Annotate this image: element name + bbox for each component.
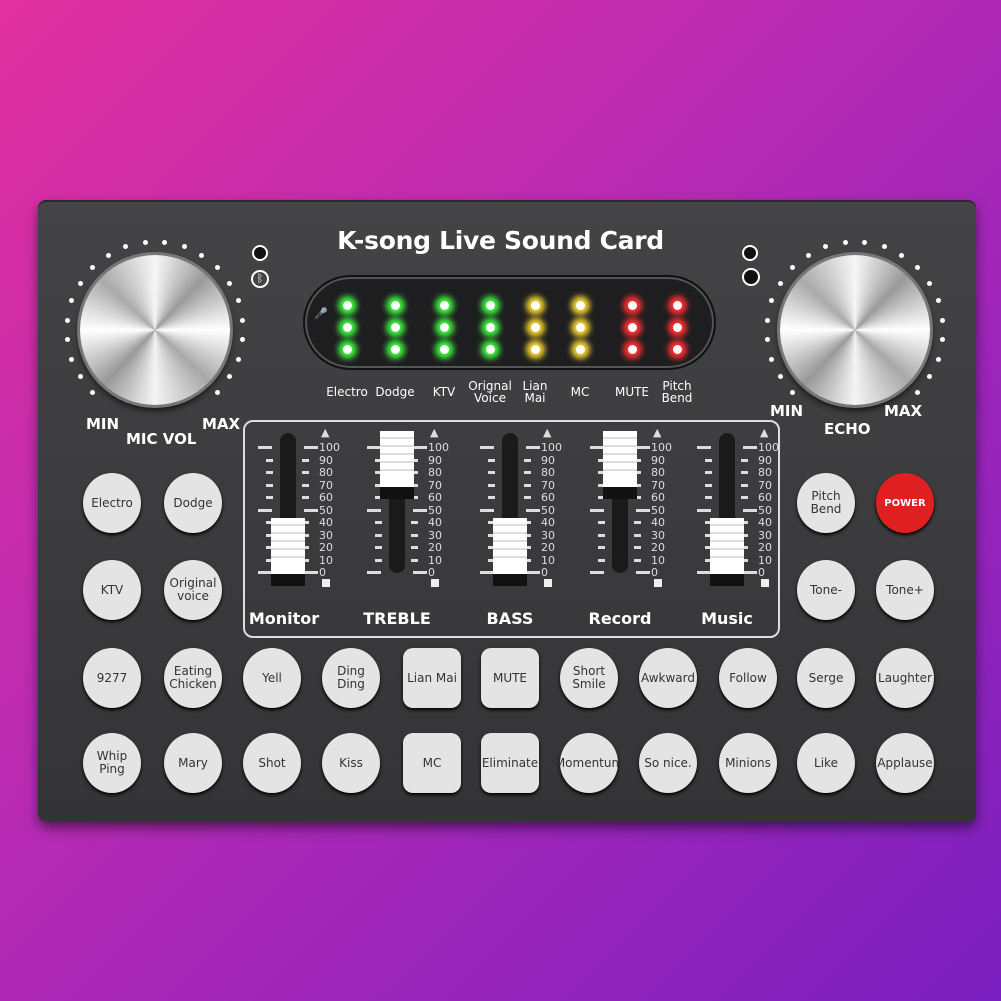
short-smile-button[interactable]: Short Smile xyxy=(560,648,618,708)
knob-scale-dot xyxy=(65,317,71,323)
echo-knob[interactable] xyxy=(780,255,930,405)
mic-vol-max-label: MAX xyxy=(202,415,241,433)
microphone-jack-icon xyxy=(742,268,760,286)
echo-max-label: MAX xyxy=(884,402,923,420)
lian-mai-button[interactable]: Lian Mai xyxy=(403,648,461,708)
led-indicator xyxy=(575,300,585,310)
led-indicator xyxy=(390,322,400,332)
knob-scale-dot xyxy=(142,240,148,246)
echo-min-label: MIN xyxy=(770,402,804,420)
microphone-icon: 🎤 xyxy=(314,307,328,320)
knob-scale-dot xyxy=(935,356,941,362)
led-label: Dodge xyxy=(375,385,415,399)
knob-scale-dot xyxy=(227,280,232,286)
fader-panel xyxy=(243,420,780,638)
knob-scale-dot xyxy=(790,389,796,395)
like-button[interactable]: Like xyxy=(797,733,855,793)
led-indicator xyxy=(530,344,540,354)
knob-scale-dot xyxy=(90,389,96,395)
led-indicator xyxy=(530,300,540,310)
whip-ping-button[interactable]: Whip Ping xyxy=(83,733,141,793)
bluetooth-icon: ᛒ xyxy=(251,270,269,288)
knob-scale-dot xyxy=(927,280,932,286)
led-indicator xyxy=(627,300,637,310)
led-indicator xyxy=(530,322,540,332)
knob-scale-dot xyxy=(214,265,220,271)
knob-scale-dot xyxy=(914,389,920,395)
mic-volume-knob[interactable] xyxy=(80,255,230,405)
led-label: KTV xyxy=(432,385,456,399)
led-indicator xyxy=(439,300,449,310)
headphone-jack-icon xyxy=(252,245,268,261)
laughter-button[interactable]: Laughter xyxy=(876,648,934,708)
tone-button[interactable]: Tone+ xyxy=(876,560,934,620)
power-button[interactable]: POWER xyxy=(876,473,934,533)
led-panel xyxy=(303,275,716,370)
led-indicator xyxy=(627,322,637,332)
shot-button[interactable]: Shot xyxy=(243,733,301,793)
led-indicator xyxy=(342,322,352,332)
led-label: Electro xyxy=(326,385,368,399)
knob-scale-dot xyxy=(235,356,241,362)
9277-button[interactable]: 9277 xyxy=(83,648,141,708)
led-indicator xyxy=(485,322,495,332)
mic-vol-label: MIC VOL xyxy=(126,430,197,448)
knob-scale-dot xyxy=(777,280,783,286)
so-nice-button[interactable]: So nice. xyxy=(639,733,697,793)
knob-scale-dot xyxy=(214,389,220,395)
led-indicator xyxy=(342,300,352,310)
applause-button[interactable]: Applause xyxy=(876,733,934,793)
knob-scale-dot xyxy=(914,265,920,271)
follow-button[interactable]: Follow xyxy=(719,648,777,708)
mc-button[interactable]: MC xyxy=(403,733,461,793)
led-indicator xyxy=(342,344,352,354)
led-indicator xyxy=(390,300,400,310)
pitch-bend-button[interactable]: Pitch Bend xyxy=(797,473,855,533)
awkward-button[interactable]: Awkward xyxy=(639,648,697,708)
knob-scale-dot xyxy=(239,317,245,323)
knob-scale-dot xyxy=(105,252,111,258)
led-indicator xyxy=(575,344,585,354)
mute-button[interactable]: MUTE xyxy=(481,648,539,708)
led-label: MUTE xyxy=(614,385,650,399)
led-indicator xyxy=(485,344,495,354)
mary-button[interactable]: Mary xyxy=(164,733,222,793)
echo-label: ECHO xyxy=(824,420,871,438)
eating-chicken-button[interactable]: Eating Chicken xyxy=(164,648,222,708)
led-indicator xyxy=(672,344,682,354)
kiss-button[interactable]: Kiss xyxy=(322,733,380,793)
minions-button[interactable]: Minions xyxy=(719,733,777,793)
led-indicator xyxy=(575,322,585,332)
serge-button[interactable]: Serge xyxy=(797,648,855,708)
dodge-button[interactable]: Dodge xyxy=(164,473,222,533)
led-label: MC xyxy=(570,385,590,399)
led-label: Pitch Bend xyxy=(661,379,693,405)
eliminate-button[interactable]: Eliminate xyxy=(481,733,539,793)
tone-button[interactable]: Tone- xyxy=(797,560,855,620)
led-label: Orignal Voice xyxy=(468,379,512,405)
headphone-jack-icon xyxy=(742,245,758,261)
knob-scale-dot xyxy=(77,280,83,286)
led-indicator xyxy=(390,344,400,354)
ktv-button[interactable]: KTV xyxy=(83,560,141,620)
knob-scale-dot xyxy=(842,240,848,246)
device-title: K-song Live Sound Card xyxy=(337,226,664,255)
knob-scale-dot xyxy=(765,317,771,323)
led-indicator xyxy=(439,344,449,354)
ding-ding-button[interactable]: Ding Ding xyxy=(322,648,380,708)
yell-button[interactable]: Yell xyxy=(243,648,301,708)
electro-button[interactable]: Electro xyxy=(83,473,141,533)
led-indicator xyxy=(672,300,682,310)
knob-scale-dot xyxy=(939,317,945,323)
momentum-button[interactable]: Momentum xyxy=(555,733,623,793)
led-indicator xyxy=(439,322,449,332)
led-indicator xyxy=(672,322,682,332)
led-label: Lian Mai xyxy=(522,379,548,405)
led-indicator xyxy=(485,300,495,310)
original-voice-button[interactable]: Original voice xyxy=(164,560,222,620)
led-indicator xyxy=(627,344,637,354)
mic-vol-min-label: MIN xyxy=(86,415,120,433)
knob-scale-dot xyxy=(805,252,811,258)
